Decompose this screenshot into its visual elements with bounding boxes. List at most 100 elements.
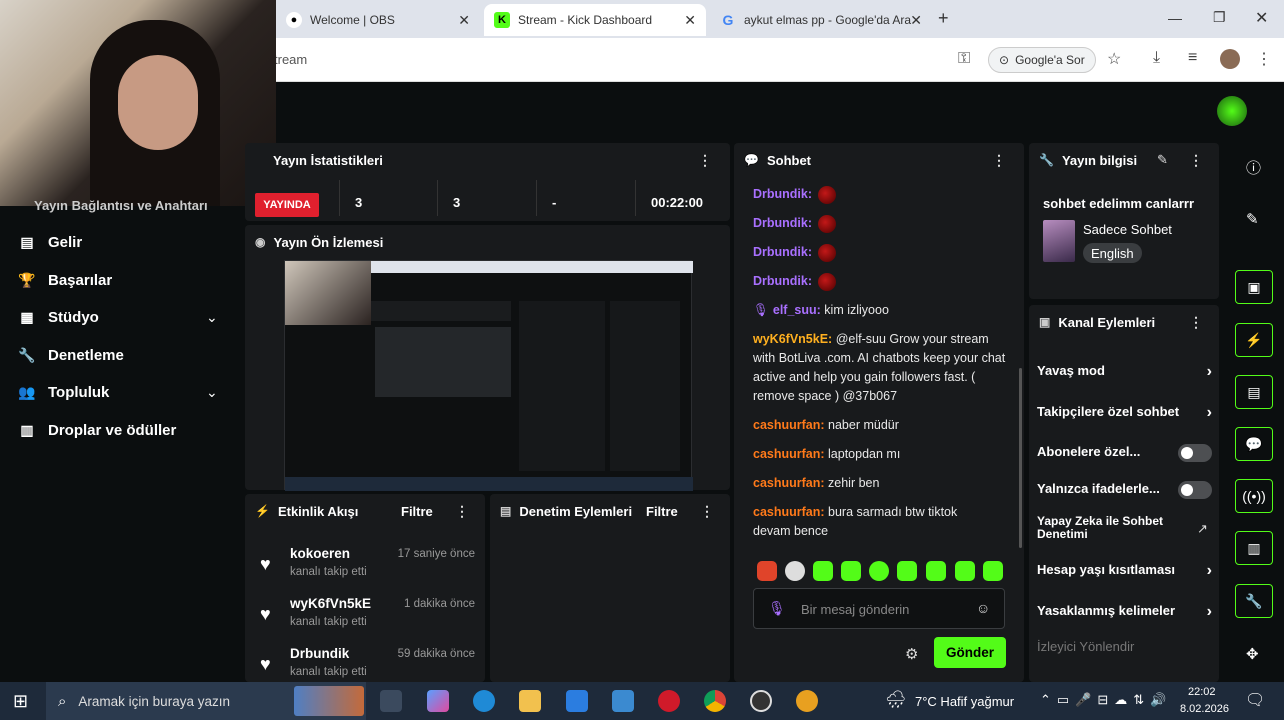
url-text[interactable]: tream — [274, 52, 307, 67]
close-icon[interactable]: ✕ — [684, 12, 696, 29]
emote-button[interactable] — [926, 561, 946, 581]
new-tab-icon[interactable]: + — [938, 8, 949, 29]
store-icon[interactable] — [566, 690, 588, 712]
emote-button[interactable] — [757, 561, 777, 581]
file-explorer-icon[interactable] — [519, 690, 541, 712]
taskbar-search[interactable]: ⌕ Aramak için buraya yazın — [46, 682, 366, 720]
chat-username[interactable]: elf_suu: — [773, 303, 821, 317]
subs-only-toggle[interactable] — [1178, 444, 1212, 462]
key-icon[interactable]: ⚿ — [958, 50, 970, 68]
obs-taskbar-icon[interactable] — [750, 690, 772, 712]
stream-preview[interactable] — [284, 260, 693, 491]
emote-button[interactable] — [785, 561, 805, 581]
chat-username[interactable]: Drbundik: — [753, 245, 812, 259]
category-name[interactable]: Sadece Sohbet — [1083, 222, 1172, 237]
chat-username[interactable]: cashuurfan: — [753, 418, 825, 432]
emoji-icon[interactable]: ☺ — [976, 600, 990, 616]
system-tray-icons[interactable]: ⌃▭🎤⊟☁⇅🔊 — [1040, 692, 1172, 708]
emote-button[interactable] — [983, 561, 1003, 581]
restore-icon[interactable]: ❐ — [1213, 9, 1226, 26]
mail-icon[interactable] — [612, 690, 634, 712]
action-banned-words[interactable]: Yasaklanmış kelimeler › — [1037, 603, 1212, 623]
clock-date[interactable]: 8.02.2026 — [1180, 703, 1229, 715]
tab-kick-dashboard[interactable]: K Stream - Kick Dashboard ✕ — [484, 4, 706, 36]
action-slow-mode[interactable]: Yavaş mod › — [1037, 363, 1212, 383]
chat-username[interactable]: cashuurfan: — [753, 476, 825, 490]
close-icon[interactable]: ✕ — [458, 12, 470, 29]
chat-username[interactable]: cashuurfan: — [753, 447, 825, 461]
close-icon[interactable]: ✕ — [910, 12, 922, 29]
more-icon[interactable]: ⋮ — [1189, 314, 1203, 331]
minimize-icon[interactable]: — — [1168, 10, 1182, 26]
emote-button[interactable] — [897, 561, 917, 581]
chat-scrollbar[interactable] — [1019, 368, 1022, 548]
emotes-only-toggle[interactable] — [1178, 481, 1212, 499]
edit-icon[interactable]: ✎ — [1246, 210, 1259, 228]
more-icon[interactable]: ⋮ — [700, 503, 714, 520]
emote-button[interactable] — [955, 561, 975, 581]
task-view-icon[interactable] — [380, 690, 402, 712]
star-icon[interactable]: ☆ — [1107, 49, 1121, 69]
action-followers-only[interactable]: Takipçilere özel sohbet › — [1037, 404, 1212, 424]
more-icon[interactable]: ⋮ — [1189, 152, 1203, 169]
tools-toggle-button[interactable]: 🔧 — [1235, 584, 1273, 618]
clock-time[interactable]: 22:02 — [1188, 686, 1216, 698]
weather-text[interactable]: 7°C Hafif yağmur — [915, 694, 1014, 709]
chat-username[interactable]: Drbundik: — [753, 216, 812, 230]
more-icon[interactable]: ⋮ — [698, 152, 712, 169]
profile-avatar[interactable] — [1220, 49, 1240, 69]
chat-username[interactable]: cashuurfan: — [753, 505, 825, 519]
more-icon[interactable]: ⋮ — [992, 152, 1006, 169]
media-icon[interactable]: ≡ — [1188, 49, 1197, 67]
filter-button[interactable]: Filtre — [401, 504, 433, 519]
info-icon[interactable]: ⓘ — [1246, 157, 1261, 178]
more-icon[interactable]: ⋮ — [455, 503, 469, 520]
chevron-down-icon[interactable]: ⌄ — [206, 384, 218, 401]
edit-icon[interactable]: ✎ — [1157, 152, 1168, 168]
sidebar-item-gelir[interactable]: ▤ Gelir — [18, 234, 82, 251]
sidebar-item-denetleme[interactable]: 🔧 Denetleme — [18, 347, 124, 364]
copilot-icon[interactable] — [427, 690, 449, 712]
windows-start-icon[interactable]: ⊞ — [13, 691, 28, 712]
chevron-down-icon[interactable]: ⌄ — [206, 309, 218, 326]
sidebar-item-basarilar[interactable]: 🏆 Başarılar — [18, 272, 112, 289]
sidebar-item-stream-key[interactable]: Yayın Bağlantısı ve Anahtarı — [34, 198, 208, 213]
chat-username[interactable]: Drbundik: — [753, 274, 812, 288]
emote-button[interactable] — [841, 561, 861, 581]
send-button[interactable]: Gönder — [934, 637, 1006, 668]
notification-icon[interactable]: 🗨 — [1245, 690, 1265, 710]
preview-toggle-button[interactable]: ▣ — [1235, 270, 1273, 304]
emote-button[interactable] — [813, 561, 833, 581]
google-ask-chip[interactable]: ⊙ Google'a Sor — [988, 47, 1096, 73]
add-widget-icon[interactable]: ✥ — [1246, 645, 1259, 663]
events-toggle-button[interactable]: ⚡ — [1235, 323, 1273, 357]
broadcast-toggle-button[interactable]: ((•)) — [1235, 479, 1273, 513]
external-link-icon[interactable]: ↗ — [1197, 521, 1208, 537]
sidebar-item-studyo[interactable]: ▦ Stüdyo — [18, 309, 98, 326]
chat-username[interactable]: Drbundik: — [753, 187, 812, 201]
action-account-age[interactable]: Hesap yaşı kısıtlaması › — [1037, 562, 1212, 582]
tab-google[interactable]: G aykut elmas pp - Google'da Ara ✕ — [710, 4, 932, 36]
sidebar-item-droplar[interactable]: ▥ Droplar ve ödüller — [18, 422, 176, 439]
event-user[interactable]: Drbundik — [290, 646, 349, 661]
filter-button[interactable]: Filtre — [646, 504, 678, 519]
channel-toggle-button[interactable]: ▥ — [1235, 531, 1273, 565]
download-icon[interactable]: ⤓ — [1153, 49, 1160, 67]
edge-icon[interactable] — [473, 690, 495, 712]
gear-icon[interactable]: ⚙ — [905, 645, 918, 663]
event-user[interactable]: wyK6fVn5kE — [290, 596, 371, 611]
chrome-icon[interactable] — [704, 690, 726, 712]
mod-log-toggle-button[interactable]: ▤ — [1235, 375, 1273, 409]
emote-button[interactable] — [869, 561, 889, 581]
chat-input[interactable]: 🎙 Bir mesaj gönderin ☺ — [753, 588, 1005, 629]
event-user[interactable]: kokoeren — [290, 546, 350, 561]
user-avatar[interactable] — [1217, 96, 1247, 126]
sidebar-item-topluluk[interactable]: 👥 Topluluk — [18, 384, 109, 401]
opera-icon[interactable] — [658, 690, 680, 712]
action-ai-moderation[interactable]: Yapay Zeka ile Sohbet Denetimi — [1037, 515, 1187, 545]
close-window-icon[interactable]: ✕ — [1255, 8, 1268, 28]
app-icon[interactable] — [796, 690, 818, 712]
action-raid[interactable]: İzleyici Yönlendir — [1037, 639, 1212, 659]
chat-username[interactable]: wyK6fVn5kE: — [753, 332, 832, 346]
tab-obs[interactable]: ● Welcome | OBS ✕ — [276, 4, 480, 36]
